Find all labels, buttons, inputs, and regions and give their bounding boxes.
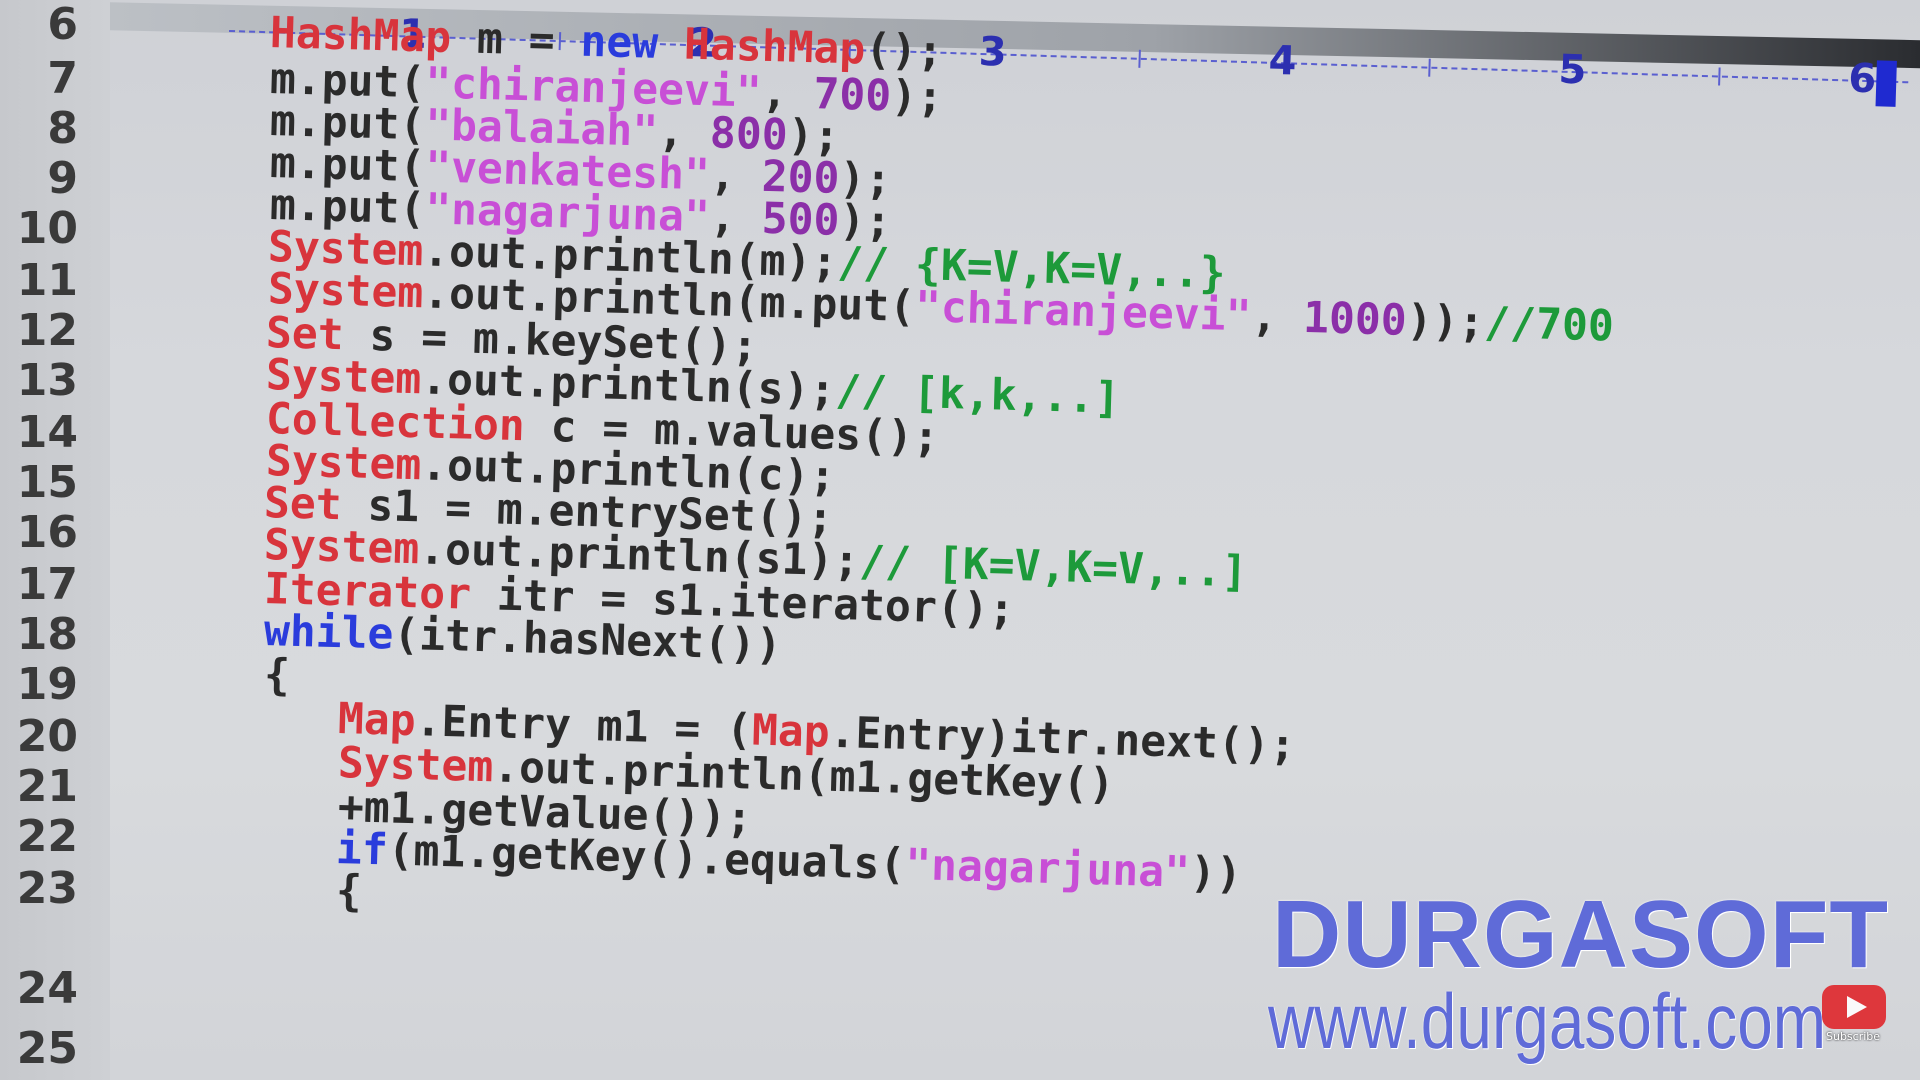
video-frame: 1 2 3 4 5 6 6 HashMap m = new HashMap(); 7…: [0, 0, 1920, 1080]
line-number: 15: [16, 457, 78, 508]
line-number: 13: [16, 355, 78, 406]
code-token-str: "nagarjuna": [904, 839, 1191, 898]
line-number: 17: [16, 559, 78, 610]
line-number: 16: [16, 507, 78, 558]
code-line[interactable]: 25 {: [0, 0, 1920, 1073]
watermark-title: DURGASOFT: [1272, 881, 1889, 988]
code-token-plain: );: [890, 71, 944, 123]
code-text[interactable]: {: [263, 650, 290, 701]
line-number: 10: [16, 203, 78, 254]
code-token-plain: {: [335, 866, 363, 917]
line-number: 22: [16, 811, 78, 862]
youtube-play-icon[interactable]: [1822, 985, 1886, 1029]
line-number: 20: [16, 711, 78, 762]
line-number: 19: [16, 659, 78, 710]
line-number: 14: [16, 407, 78, 458]
code-token-str: "chiranjeevi": [914, 282, 1253, 342]
line-number: 21: [16, 761, 78, 812]
line-number: 8: [47, 103, 78, 154]
code-token-plain: {: [263, 650, 291, 701]
line-number: 25: [16, 1023, 78, 1074]
line-number: 23: [16, 863, 78, 914]
durgasoft-watermark: DURGASOFT www.durgasoft.com: [1268, 880, 1908, 1080]
code-token-num: 1000: [1302, 292, 1408, 346]
code-token-plain: ,: [1250, 291, 1304, 343]
subscribe-label[interactable]: Subscribe: [1826, 1030, 1880, 1043]
code-text[interactable]: {: [335, 866, 362, 917]
line-number: 24: [16, 963, 78, 1014]
line-number: 12: [16, 305, 78, 356]
code-token-plain: (itr.hasNext()): [392, 609, 783, 671]
code-token-plain: ));: [1405, 295, 1486, 348]
code-token-plain: )): [1189, 847, 1243, 900]
line-number: 7: [47, 53, 78, 104]
watermark-url: www.durgasoft.com: [1268, 977, 1827, 1065]
code-token-cmt: //700: [1483, 297, 1615, 352]
line-number: 9: [47, 153, 78, 204]
code-token-plain: (m1.getKey().equals(: [387, 825, 907, 890]
line-number: 18: [16, 609, 78, 660]
line-number: 11: [16, 255, 78, 306]
code-text[interactable]: if(m1.getKey().equals("nagarjuna")): [335, 824, 1242, 899]
